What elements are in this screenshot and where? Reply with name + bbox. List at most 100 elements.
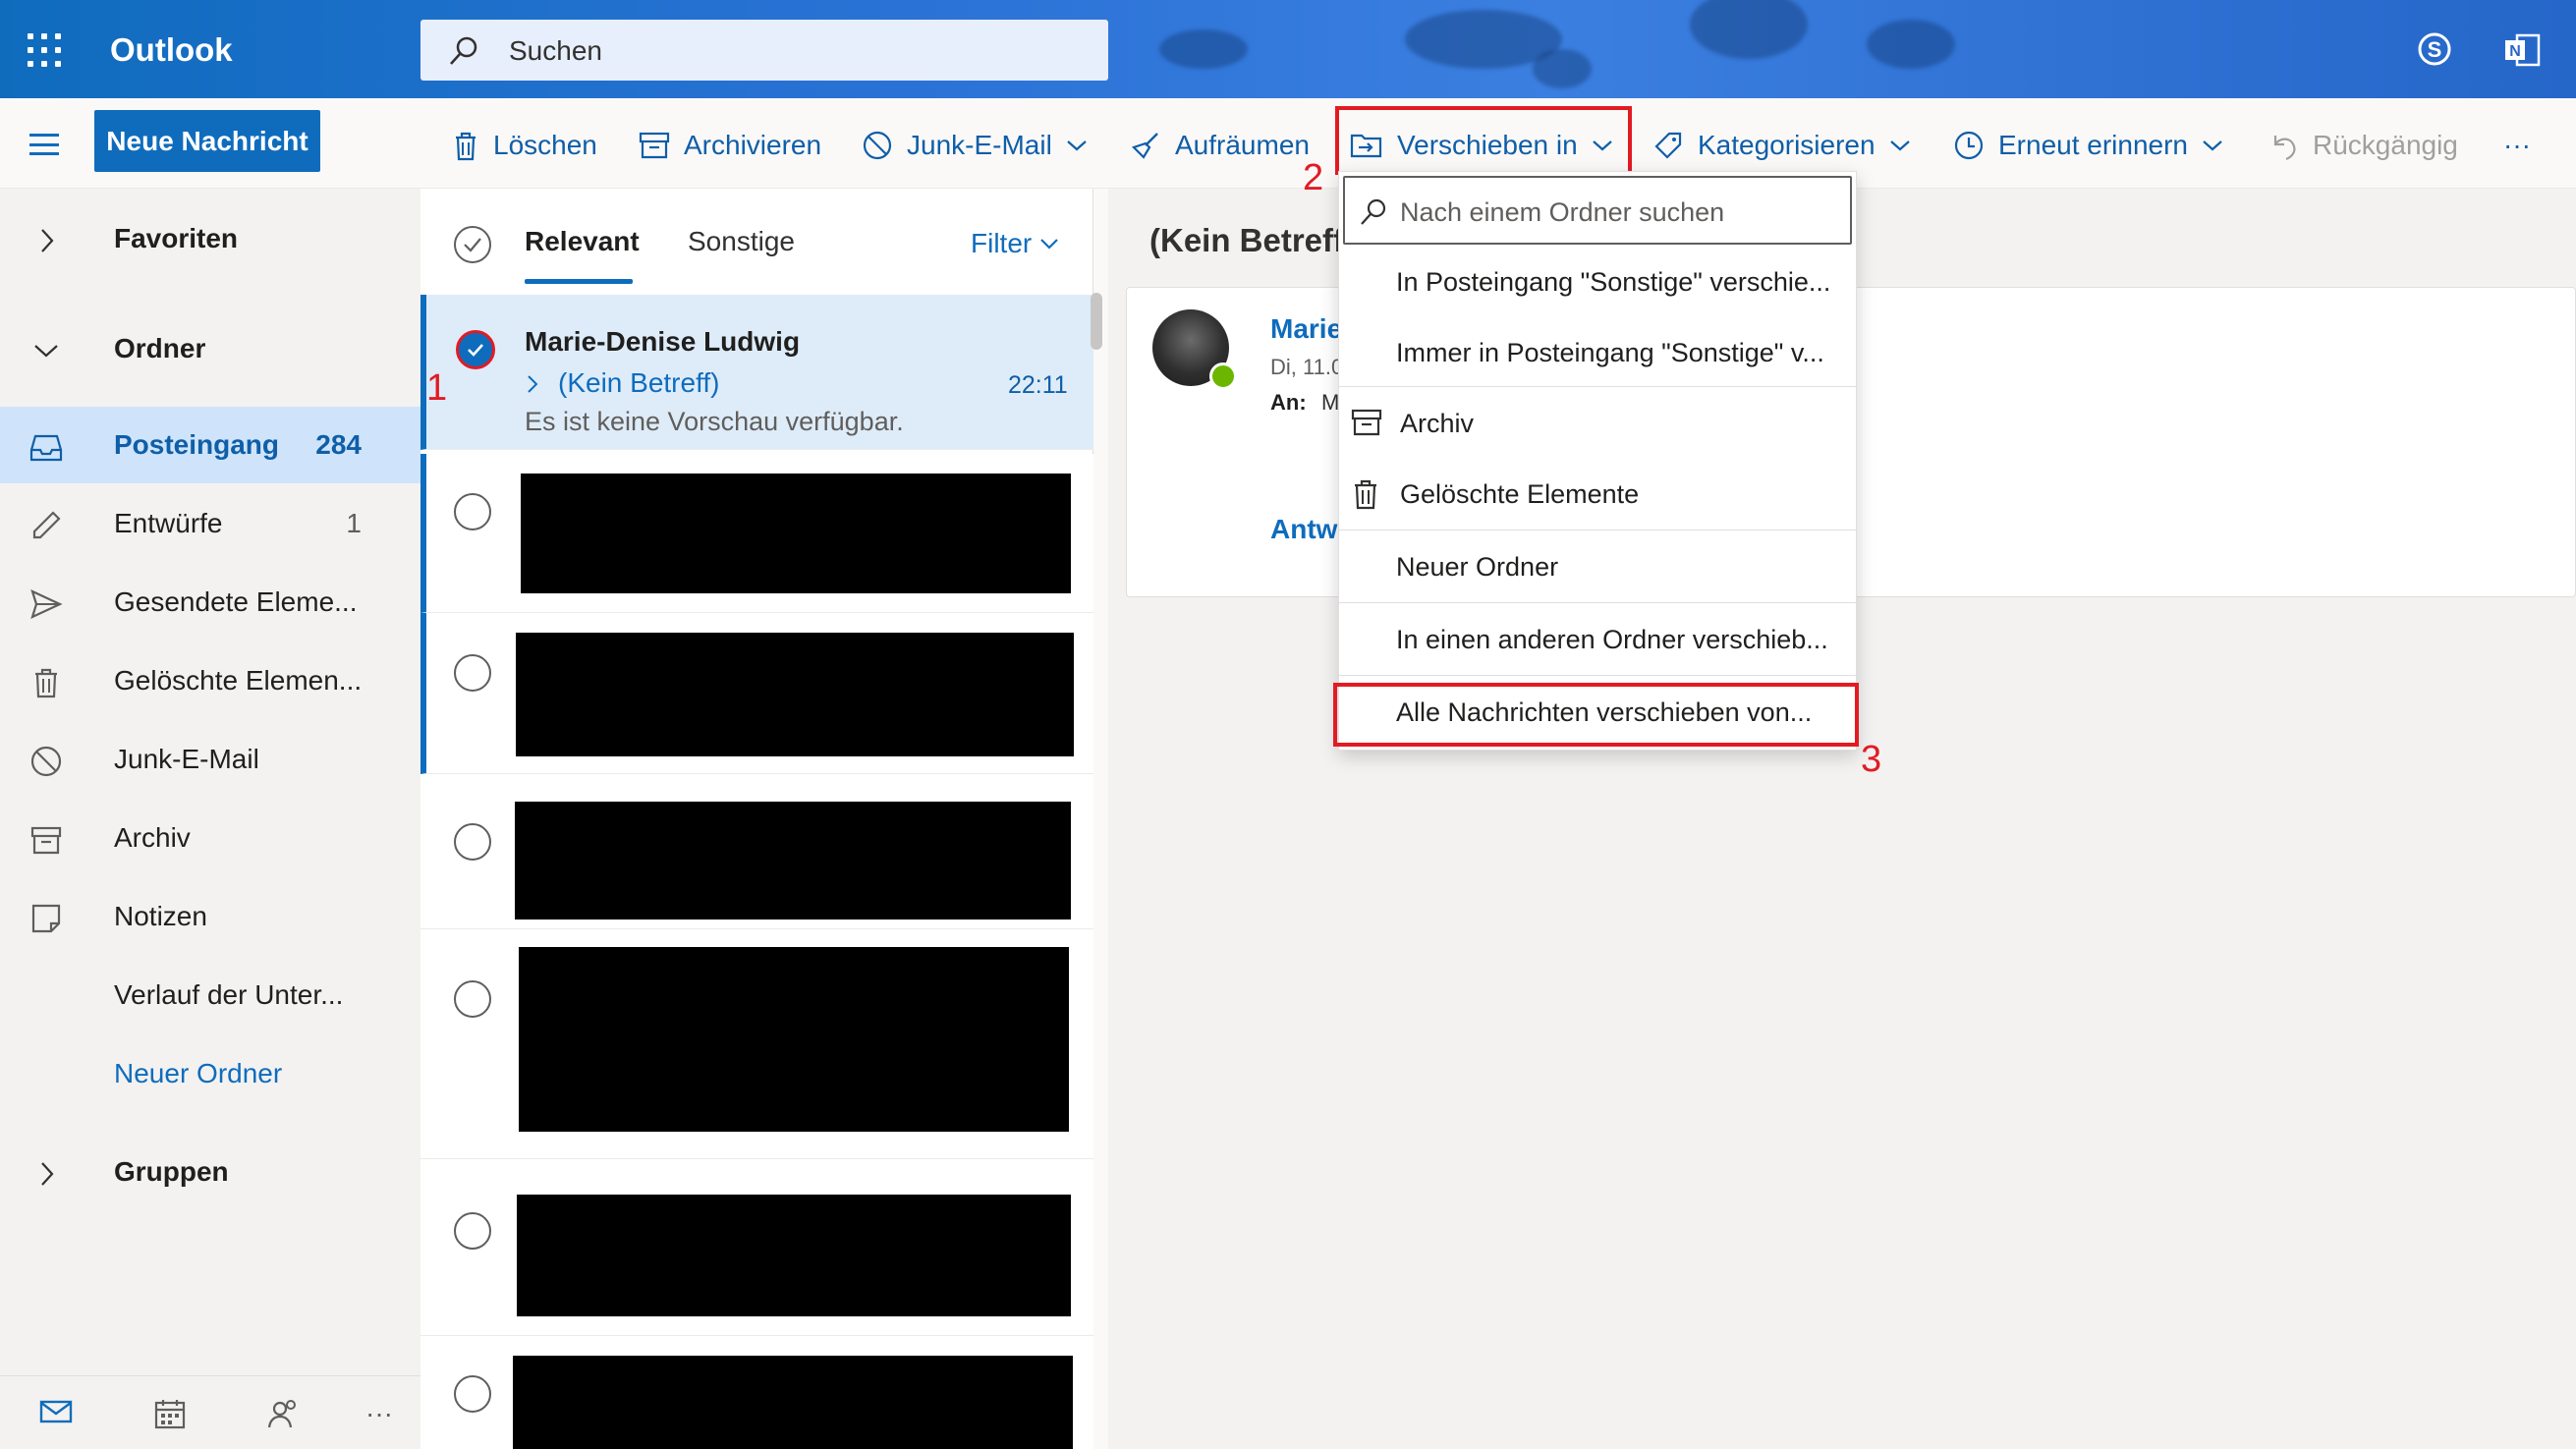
redacted-content bbox=[521, 474, 1071, 593]
nav-groups-label: Gruppen bbox=[114, 1156, 229, 1187]
nav-folders[interactable]: Ordner bbox=[0, 310, 420, 387]
chevron-right-icon bbox=[41, 229, 54, 252]
sidebar-item-conversation-history[interactable]: Verlauf der Unter... bbox=[0, 957, 420, 1033]
archive-icon bbox=[30, 826, 62, 855]
message-list-header: Relevant Sonstige Filter bbox=[420, 189, 1093, 295]
new-folder-link[interactable]: Neuer Ordner bbox=[0, 1035, 420, 1112]
more-actions-button[interactable]: ··· bbox=[2503, 124, 2531, 167]
chevron-down-icon bbox=[2203, 140, 2222, 151]
message-preview: Es ist keine Vorschau verfügbar. bbox=[525, 407, 904, 436]
sidebar-item-label: Gesendete Eleme... bbox=[114, 586, 358, 617]
sidebar-item-notes[interactable]: Notizen bbox=[0, 878, 420, 955]
svg-text:N: N bbox=[2509, 43, 2521, 60]
message-item[interactable] bbox=[420, 929, 1093, 1159]
annotation-step-3: 3 bbox=[1861, 739, 1882, 780]
snooze-button[interactable]: Erneut erinnern bbox=[1953, 124, 2223, 167]
sidebar-item-junk[interactable]: Junk-E-Mail bbox=[0, 721, 420, 798]
menu-item-deleted-items[interactable]: Gelöschte Elemente bbox=[1339, 459, 1856, 529]
nav-groups[interactable]: Gruppen bbox=[0, 1134, 420, 1210]
archive-button[interactable]: Archivieren bbox=[639, 124, 821, 167]
sidebar-item-drafts[interactable]: Entwürfe 1 bbox=[0, 485, 420, 562]
onenote-icon[interactable]: N bbox=[2503, 31, 2541, 69]
nav-folders-label: Ordner bbox=[114, 333, 206, 363]
sidebar-item-inbox[interactable]: Posteingang 284 bbox=[0, 407, 420, 483]
people-icon[interactable] bbox=[267, 1398, 301, 1434]
menu-item-move-to-other-folder[interactable]: In einen anderen Ordner verschieb... bbox=[1339, 604, 1856, 675]
message-checkbox[interactable] bbox=[454, 493, 491, 530]
sidebar-item-archive[interactable]: Archiv bbox=[0, 800, 420, 876]
menu-item-always-move-to-other[interactable]: Immer in Posteingang "Sonstige" v... bbox=[1339, 317, 1856, 388]
message-checkbox[interactable] bbox=[454, 654, 491, 692]
chevron-right-icon bbox=[41, 1162, 54, 1186]
chevron-right-icon[interactable] bbox=[525, 373, 540, 395]
calendar-icon[interactable] bbox=[153, 1398, 187, 1434]
message-item-selected[interactable]: Marie-Denise Ludwig (Kein Betreff) 22:11… bbox=[420, 295, 1093, 450]
email-to-label: An: bbox=[1270, 390, 1307, 415]
folder-search-placeholder: Nach einem Ordner suchen bbox=[1400, 197, 1725, 227]
redacted-content bbox=[515, 802, 1071, 920]
message-checkbox[interactable] bbox=[454, 1375, 491, 1413]
search-box[interactable]: Suchen bbox=[420, 20, 1108, 81]
junk-button[interactable]: Junk-E-Mail bbox=[862, 124, 1088, 167]
menu-item-new-folder[interactable]: Neuer Ordner bbox=[1339, 531, 1856, 602]
search-icon bbox=[450, 36, 477, 65]
note-icon bbox=[31, 904, 61, 933]
chevron-down-icon bbox=[1040, 239, 1059, 250]
scrollbar-thumb[interactable] bbox=[1091, 293, 1102, 350]
hamburger-menu-icon[interactable] bbox=[29, 134, 59, 155]
sidebar-item-sent[interactable]: Gesendete Eleme... bbox=[0, 564, 420, 641]
message-checkbox[interactable] bbox=[454, 1212, 491, 1250]
undo-button[interactable]: Rückgängig bbox=[2269, 124, 2458, 167]
archive-icon bbox=[1351, 409, 1382, 436]
message-item[interactable] bbox=[420, 774, 1093, 929]
categorize-button[interactable]: Kategorisieren bbox=[1652, 124, 1911, 167]
message-checkbox[interactable] bbox=[456, 330, 495, 369]
message-sender: Marie-Denise Ludwig bbox=[525, 326, 801, 357]
menu-item-move-to-other-inbox[interactable]: In Posteingang "Sonstige" verschie... bbox=[1339, 247, 1856, 317]
delete-button[interactable]: Löschen bbox=[452, 124, 597, 167]
search-input[interactable]: Suchen bbox=[509, 35, 602, 67]
tab-other[interactable]: Sonstige bbox=[688, 226, 795, 257]
message-item[interactable] bbox=[420, 613, 1093, 774]
inbox-icon bbox=[29, 434, 63, 462]
redacted-content bbox=[516, 633, 1074, 756]
select-all-checkbox[interactable] bbox=[454, 226, 491, 263]
presence-available-icon bbox=[1209, 362, 1237, 390]
sidebar-item-deleted[interactable]: Gelöschte Elemen... bbox=[0, 642, 420, 719]
mail-icon[interactable] bbox=[39, 1398, 73, 1430]
nav-favorites[interactable]: Favoriten bbox=[0, 200, 420, 277]
tab-focused[interactable]: Relevant bbox=[525, 226, 640, 257]
trash-icon bbox=[35, 668, 57, 698]
message-checkbox[interactable] bbox=[454, 980, 491, 1018]
more-apps-icon[interactable]: ··· bbox=[365, 1398, 393, 1429]
message-item[interactable] bbox=[420, 454, 1093, 613]
message-item[interactable] bbox=[420, 1159, 1093, 1336]
sweep-button[interactable]: Aufräumen bbox=[1130, 124, 1310, 167]
send-icon bbox=[30, 588, 63, 620]
check-icon bbox=[464, 238, 481, 252]
new-message-button[interactable]: Neue Nachricht bbox=[94, 110, 320, 172]
archive-label: Archivieren bbox=[684, 130, 822, 160]
filter-label: Filter bbox=[971, 228, 1033, 258]
top-bar: Outlook Suchen S N bbox=[0, 0, 2576, 98]
app-launcher-icon[interactable] bbox=[28, 33, 61, 67]
menu-item-archive[interactable]: Archiv bbox=[1339, 388, 1856, 459]
trash-icon bbox=[456, 132, 476, 161]
archive-icon bbox=[639, 132, 670, 159]
filter-button[interactable]: Filter bbox=[971, 228, 1059, 259]
message-item[interactable] bbox=[420, 1336, 1093, 1449]
sidebar-item-label: Junk-E-Mail bbox=[114, 744, 259, 774]
message-checkbox[interactable] bbox=[454, 823, 491, 861]
sweep-label: Aufräumen bbox=[1175, 130, 1310, 160]
app-title[interactable]: Outlook bbox=[110, 31, 233, 69]
trash-icon bbox=[1355, 479, 1376, 510]
folder-search-input[interactable]: Nach einem Ordner suchen bbox=[1343, 176, 1852, 245]
active-tab-indicator bbox=[525, 279, 633, 284]
sidebar-item-label: Archiv bbox=[114, 822, 191, 853]
chevron-down-icon bbox=[1067, 140, 1087, 151]
menu-item-label: In Posteingang "Sonstige" verschie... bbox=[1396, 266, 1831, 297]
skype-icon[interactable]: S bbox=[2417, 31, 2452, 67]
broom-icon bbox=[1131, 133, 1158, 159]
email-subject: (Kein Betreff bbox=[1149, 222, 1345, 258]
chevron-down-icon bbox=[1889, 140, 1910, 151]
